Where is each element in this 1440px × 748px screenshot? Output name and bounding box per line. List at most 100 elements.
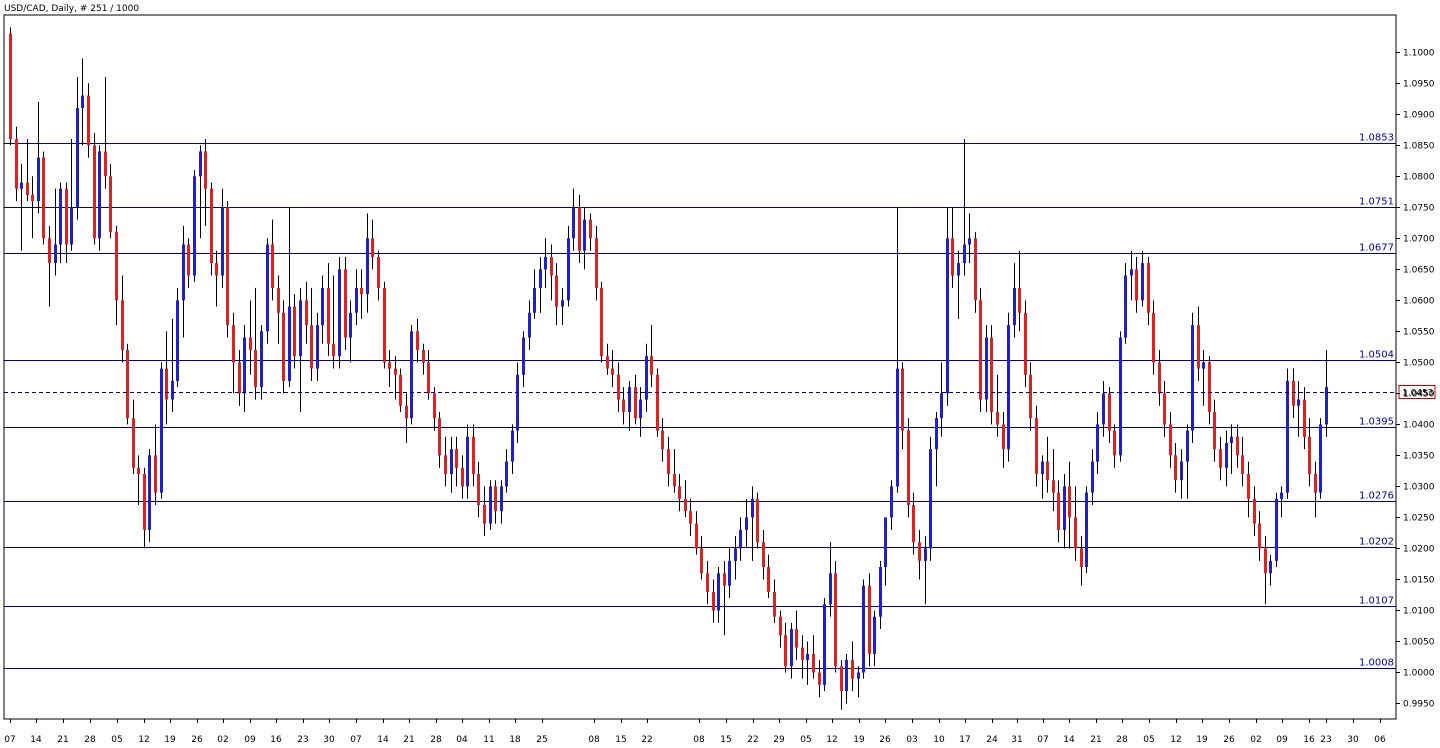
- candle-body: [277, 287, 280, 313]
- candle-body: [583, 219, 586, 251]
- candle-body: [979, 300, 982, 400]
- candle-body: [1074, 517, 1077, 549]
- chart-background: [0, 0, 1440, 748]
- candle-body: [890, 486, 893, 518]
- candle-body: [338, 269, 341, 357]
- candle-body: [606, 356, 609, 369]
- candle-body: [1007, 325, 1010, 450]
- candle-body: [918, 542, 921, 561]
- candle-body: [924, 548, 927, 561]
- candle-body: [868, 585, 871, 654]
- candle-body: [115, 232, 118, 301]
- y-tick-label: 1.0550: [1403, 328, 1435, 338]
- candle-body: [109, 176, 112, 233]
- x-tick-label: 21: [1090, 735, 1101, 745]
- x-tick-label: 28: [430, 735, 442, 745]
- candle-body: [940, 393, 943, 419]
- candle-body: [739, 529, 742, 549]
- candlestick-chart: USD/CAD, Daily, # 251 / 1000 1.0853 1.075…: [0, 0, 1440, 748]
- candle-body: [171, 380, 174, 400]
- candle-body: [455, 449, 458, 468]
- y-tick-label: 1.0300: [1403, 483, 1435, 493]
- candle-body: [93, 145, 96, 239]
- candle-body: [745, 517, 748, 530]
- candle-body: [65, 188, 68, 245]
- candle-body: [193, 176, 196, 276]
- candle-body: [1280, 492, 1283, 499]
- x-tick-label: 22: [747, 735, 758, 745]
- candle-body: [1292, 380, 1295, 406]
- candle-body: [516, 374, 519, 431]
- candle-body: [260, 331, 263, 388]
- y-tick-label: 1.0100: [1403, 607, 1435, 617]
- candle-body: [628, 387, 631, 412]
- x-tick-label: 21: [403, 735, 414, 745]
- candle-body: [232, 325, 235, 363]
- candle-body: [996, 411, 999, 425]
- candle-body: [539, 269, 542, 288]
- candle-body: [293, 306, 296, 357]
- candle-body: [1269, 560, 1272, 574]
- candle-body: [1197, 325, 1200, 369]
- candle-body: [182, 244, 185, 301]
- x-tick-label: 09: [244, 735, 256, 745]
- candle-body: [779, 616, 782, 636]
- x-tick-label: 16: [1303, 735, 1315, 745]
- candle-body: [823, 604, 826, 685]
- x-tick-label: 07: [4, 735, 15, 745]
- candle-body: [1303, 399, 1306, 437]
- candle-body: [684, 498, 687, 512]
- candle-body: [48, 238, 51, 264]
- y-tick-label: 1.0900: [1403, 111, 1435, 121]
- candle-body: [1174, 455, 1177, 481]
- x-tick-label: 12: [1170, 735, 1181, 745]
- candle-body: [1057, 492, 1060, 530]
- candle-body: [438, 418, 441, 456]
- candle-body: [1085, 492, 1088, 568]
- candle-body: [767, 567, 770, 592]
- candle-body: [706, 573, 709, 592]
- candle-body: [505, 461, 508, 487]
- x-tick-label: 08: [588, 735, 600, 745]
- candle-body: [1080, 548, 1083, 568]
- candle-body: [42, 157, 45, 239]
- candle-body: [773, 591, 776, 617]
- y-tick-label: 1.1000: [1403, 49, 1435, 59]
- x-tick-label: 23: [297, 735, 308, 745]
- x-tick-label: 19: [853, 735, 865, 745]
- candle-body: [1308, 436, 1311, 474]
- candle-body: [1108, 393, 1111, 431]
- candle-body: [818, 672, 821, 685]
- x-tick-label: 05: [800, 735, 811, 745]
- candle-body: [974, 238, 977, 301]
- candle-body: [316, 325, 319, 369]
- x-tick-label: 26: [191, 735, 203, 745]
- candle-body: [81, 95, 84, 109]
- y-tick-label: 1.0000: [1403, 669, 1435, 679]
- candle-body: [533, 287, 536, 313]
- level-label: 1.0504: [1359, 350, 1394, 361]
- candle-body: [121, 300, 124, 350]
- x-tick-label: 30: [323, 735, 335, 745]
- candle-body: [1052, 480, 1055, 493]
- candle-body: [1169, 424, 1172, 456]
- candle-body: [700, 548, 703, 574]
- candle-body: [466, 436, 469, 487]
- candle-body: [622, 399, 625, 412]
- candle-body: [689, 511, 692, 524]
- candle-body: [1029, 374, 1032, 419]
- y-tick-label: 1.0050: [1403, 638, 1435, 648]
- candle-body: [444, 455, 447, 474]
- level-label: 1.0751: [1359, 197, 1394, 208]
- x-tick-label: 24: [986, 735, 998, 745]
- candle-body: [1013, 287, 1016, 326]
- candle-body: [1236, 436, 1239, 456]
- candle-body: [1264, 548, 1267, 574]
- candle-body: [366, 238, 369, 295]
- candle-body: [1091, 461, 1094, 493]
- candle-body: [377, 256, 380, 288]
- candle-body: [857, 672, 860, 679]
- candle-body: [935, 418, 938, 450]
- y-tick-label: 0.9950: [1403, 700, 1435, 710]
- candle-body: [399, 374, 402, 406]
